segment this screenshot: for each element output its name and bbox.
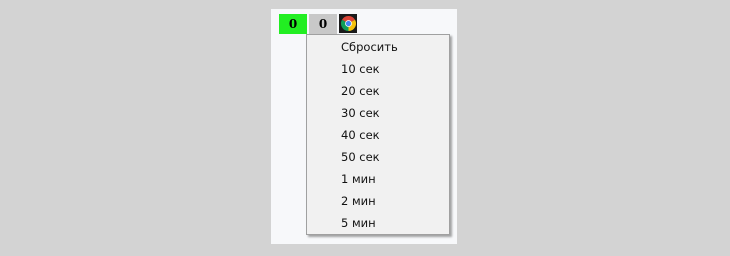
menu-item-40-sec[interactable]: 40 сек [307,124,449,146]
menu-item-10-sec[interactable]: 10 сек [307,58,449,80]
menu-item-20-sec[interactable]: 20 сек [307,80,449,102]
menu-item-1-min[interactable]: 1 мин [307,168,449,190]
menu-item-2-min[interactable]: 2 мин [307,190,449,212]
chrome-icon[interactable] [339,14,357,33]
context-menu: Сбросить 10 сек 20 сек 30 сек 40 сек 50 … [306,34,450,235]
menu-item-5-min[interactable]: 5 мин [307,212,449,234]
green-counter[interactable]: 0 [279,14,307,34]
gray-counter[interactable]: 0 [309,14,337,34]
menu-item-50-sec[interactable]: 50 сек [307,146,449,168]
menu-item-30-sec[interactable]: 30 сек [307,102,449,124]
chrome-icon-graphic [340,16,356,31]
menu-item-reset[interactable]: Сбросить [307,36,449,58]
